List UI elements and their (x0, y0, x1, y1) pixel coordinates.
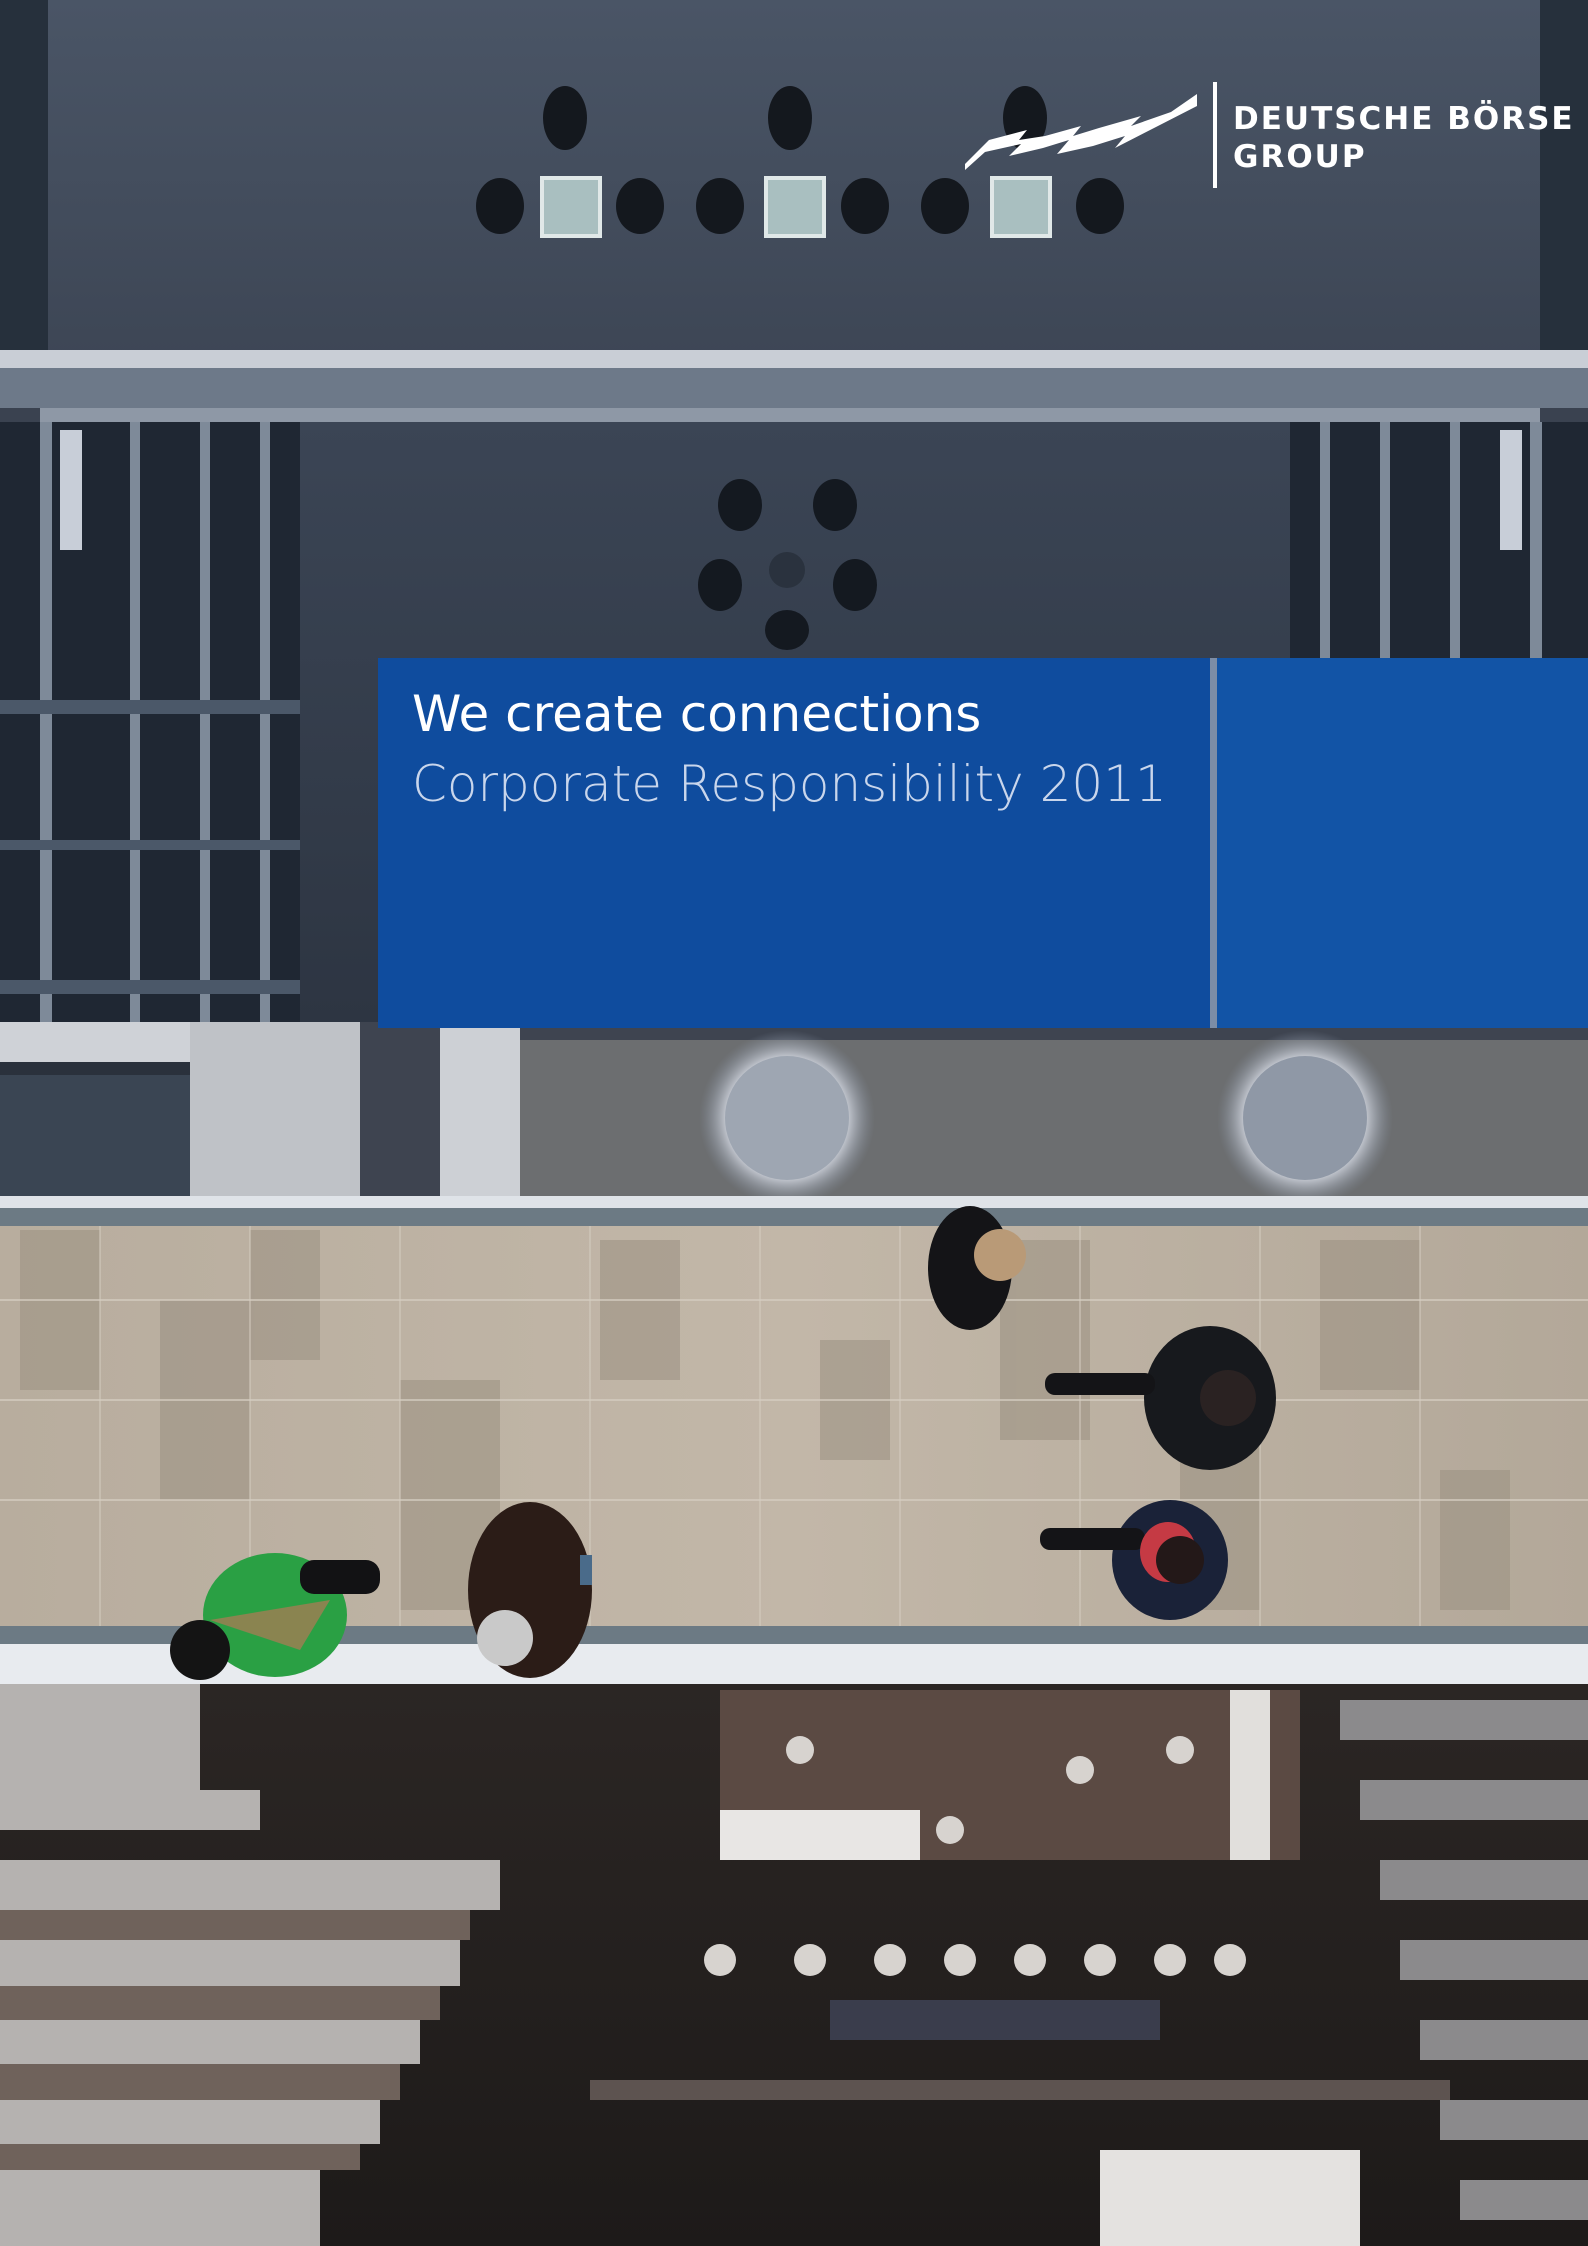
logo-mark-icon (965, 94, 1197, 170)
title-panel: We create connections Corporate Responsi… (378, 658, 1210, 1028)
logo-divider (1213, 82, 1217, 188)
cover-photo (0, 0, 1588, 2246)
logo-line-2: GROUP (1233, 139, 1367, 175)
logo-line-1: DEUTSCHE BÖRSE (1233, 101, 1575, 137)
headline: We create connections (412, 685, 982, 743)
logo-wordmark: DEUTSCHE BÖRSE GROUP (1233, 100, 1575, 176)
panel-divider (1210, 658, 1217, 1028)
deutsche-boerse-logo: DEUTSCHE BÖRSE GROUP (965, 82, 1573, 192)
subtitle: Corporate Responsibility 2011 (412, 755, 1167, 813)
side-panel (1217, 658, 1588, 1028)
